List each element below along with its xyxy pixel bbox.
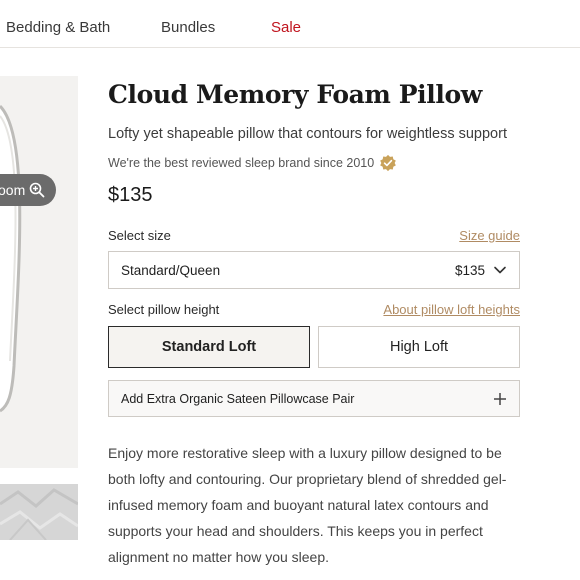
zoom-in-icon: [29, 182, 45, 198]
verified-badge-icon: [380, 154, 397, 172]
product-subtitle: Lofty yet shapeable pillow that contours…: [108, 126, 507, 142]
zoom-button[interactable]: oom: [0, 174, 56, 206]
size-select[interactable]: Standard/Queen $135: [108, 251, 520, 289]
product-main-image[interactable]: oom: [0, 76, 78, 468]
product-thumbnail[interactable]: [0, 484, 78, 540]
plus-icon: [494, 392, 506, 405]
addon-label: Add Extra Organic Sateen Pillowcase Pair: [121, 391, 355, 406]
size-label-row: Select size Size guide: [108, 228, 520, 243]
size-selected-price: $135: [454, 262, 485, 278]
product-price: $135: [108, 184, 153, 206]
height-label-row: Select pillow height About pillow loft h…: [108, 302, 520, 317]
size-label: Select size: [108, 228, 171, 243]
loft-option-standard[interactable]: Standard Loft: [108, 326, 310, 368]
nav-item-bedding-bath[interactable]: Bedding & Bath: [6, 19, 110, 36]
height-label: Select pillow height: [108, 302, 220, 317]
size-selected-value: Standard/Queen: [121, 262, 221, 278]
product-description: Enjoy more restorative sleep with a luxu…: [108, 445, 507, 565]
pillowcase-addon[interactable]: Add Extra Organic Sateen Pillowcase Pair: [108, 380, 520, 417]
nav-item-bundles[interactable]: Bundles: [161, 19, 215, 36]
top-nav: Bedding & Bath Bundles Sale: [0, 0, 580, 48]
size-guide-link[interactable]: Size guide: [459, 228, 520, 243]
pillow-image: [0, 76, 78, 468]
nav-item-sale[interactable]: Sale: [271, 19, 301, 36]
brand-tagline: We're the best reviewed sleep brand sinc…: [108, 154, 397, 172]
product-title: Cloud Memory Foam Pillow: [108, 80, 482, 109]
loft-heights-link[interactable]: About pillow loft heights: [383, 302, 520, 317]
tagline-text: We're the best reviewed sleep brand sinc…: [108, 156, 375, 170]
zoom-label: oom: [0, 182, 26, 198]
loft-option-high[interactable]: High Loft: [318, 326, 520, 368]
thumbnail-image: [0, 484, 78, 540]
chevron-down-icon: [494, 266, 506, 274]
